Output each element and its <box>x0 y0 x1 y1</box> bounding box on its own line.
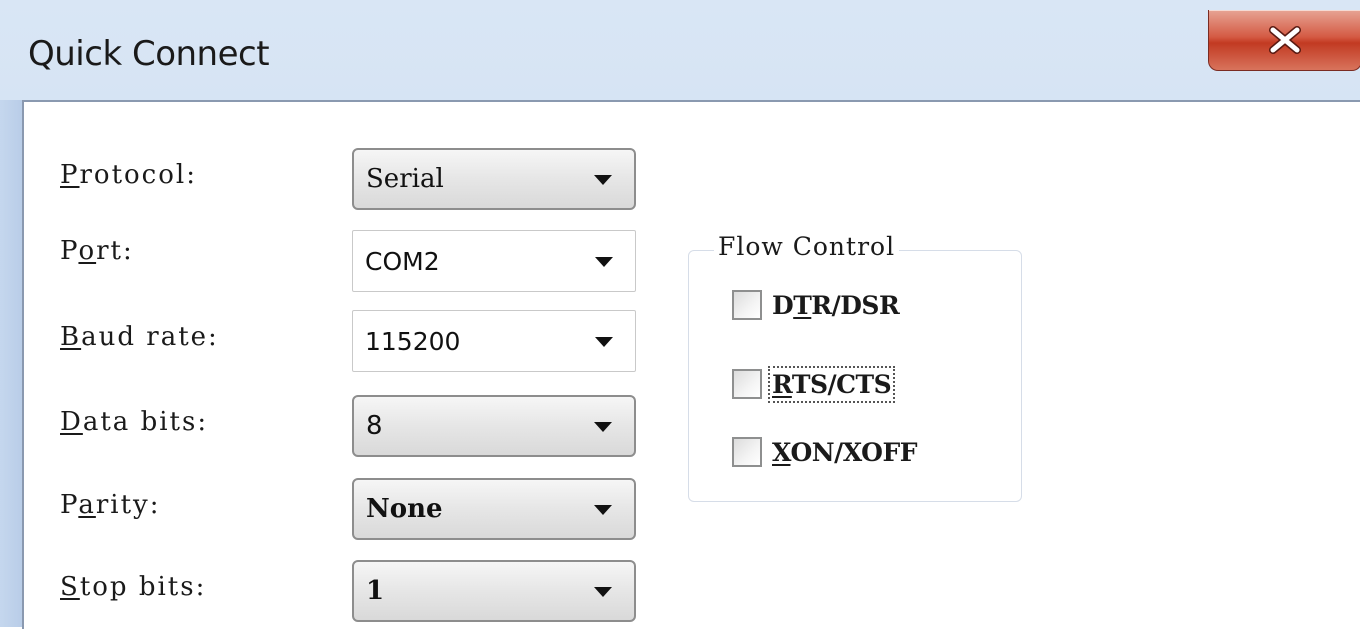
stop-bits-label: Stop bits: <box>60 572 207 602</box>
flow-control-title: Flow Control <box>714 232 900 261</box>
chevron-down-icon <box>595 257 613 267</box>
close-button[interactable] <box>1208 10 1360 71</box>
rts-cts-option[interactable]: RTS/CTS <box>732 365 896 403</box>
xon-xoff-option[interactable]: XON/XOFF <box>732 437 917 467</box>
rts-cts-label: RTS/CTS <box>767 365 896 403</box>
data-bits-dropdown[interactable]: 8 <box>352 395 636 457</box>
baud-rate-value: 115200 <box>365 326 461 356</box>
parity-dropdown[interactable]: None <box>352 478 636 540</box>
port-combobox[interactable]: COM2 <box>352 230 636 292</box>
parity-label: Parity: <box>60 490 161 520</box>
chevron-down-icon <box>594 587 612 597</box>
protocol-value: Serial <box>366 164 444 194</box>
xon-xoff-checkbox[interactable] <box>732 437 762 467</box>
baud-rate-label: Baud rate: <box>60 322 219 352</box>
data-bits-label: Data bits: <box>60 407 209 437</box>
window-title: Quick Connect <box>28 34 270 74</box>
port-label: Port: <box>60 236 134 266</box>
chevron-down-icon <box>594 505 612 515</box>
close-icon <box>1269 26 1301 54</box>
baud-rate-combobox[interactable]: 115200 <box>352 310 636 372</box>
data-bits-value: 8 <box>366 411 383 441</box>
window-left-border <box>0 100 22 627</box>
chevron-down-icon <box>594 175 612 185</box>
stop-bits-value: 1 <box>366 576 385 606</box>
protocol-label: Protocol: <box>60 160 197 190</box>
stop-bits-dropdown[interactable]: 1 <box>352 560 636 622</box>
port-value: COM2 <box>365 246 440 276</box>
parity-value: None <box>366 494 443 524</box>
chevron-down-icon <box>595 337 613 347</box>
dtr-dsr-label: DTR/DSR <box>772 290 900 320</box>
chevron-down-icon <box>594 422 612 432</box>
xon-xoff-label: XON/XOFF <box>772 437 917 467</box>
dtr-dsr-option[interactable]: DTR/DSR <box>732 290 900 320</box>
protocol-dropdown[interactable]: Serial <box>352 148 636 210</box>
dtr-dsr-checkbox[interactable] <box>732 290 762 320</box>
rts-cts-checkbox[interactable] <box>732 369 762 399</box>
